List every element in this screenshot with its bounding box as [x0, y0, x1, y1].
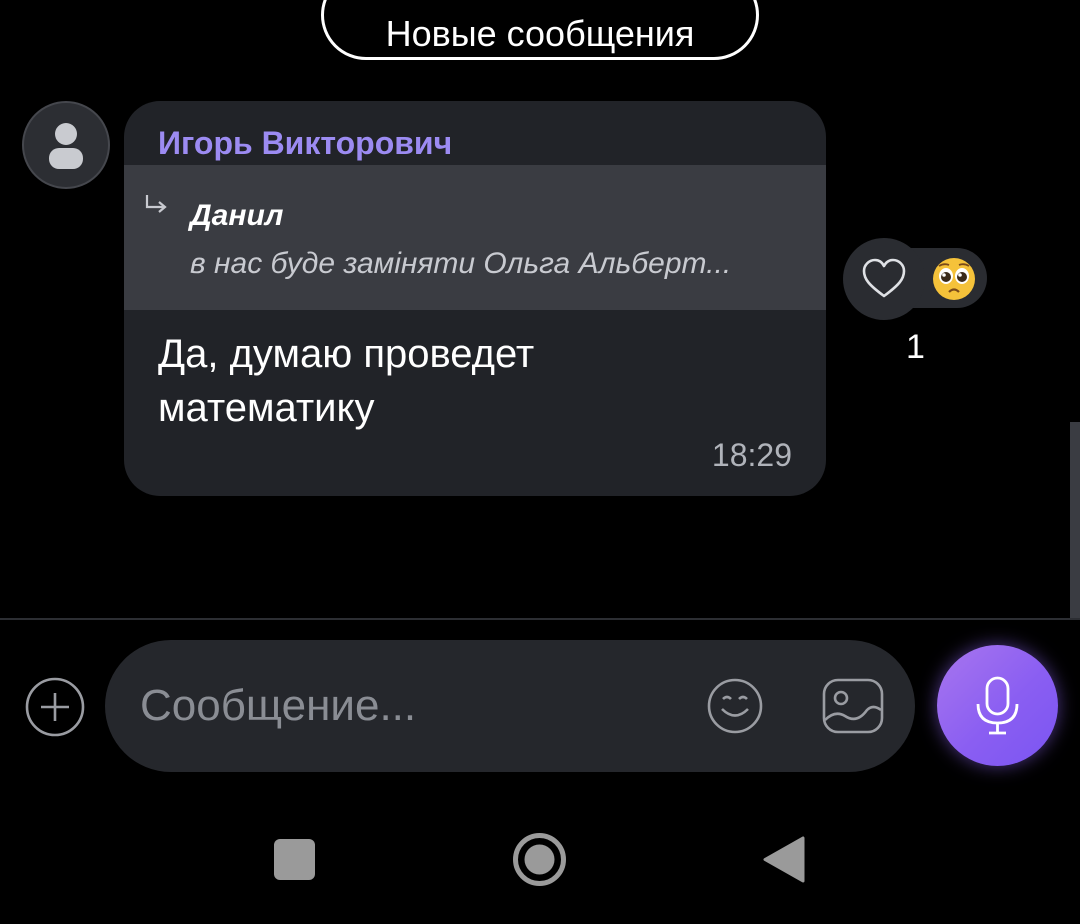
back-nav-button[interactable] — [763, 836, 805, 883]
new-messages-label: Новые сообщения — [385, 13, 695, 54]
message-text: Да, думаю проведет математику — [158, 332, 535, 430]
voice-message-button[interactable] — [937, 645, 1058, 766]
sender-name[interactable]: Игорь Викторович — [158, 125, 452, 162]
message-bubble[interactable]: Игорь Викторович Данил в нас буде заміня… — [124, 101, 826, 496]
pleading-face-emoji-icon[interactable] — [930, 256, 978, 302]
reply-arrow-icon — [145, 195, 167, 213]
smiley-icon[interactable] — [705, 676, 765, 736]
avatar[interactable] — [22, 101, 110, 189]
microphone-icon — [976, 676, 1019, 735]
home-nav-button[interactable] — [512, 832, 567, 887]
gallery-icon[interactable] — [821, 676, 885, 736]
scrollbar[interactable] — [1070, 422, 1080, 618]
reaction-count: 1 — [906, 328, 925, 366]
recents-nav-button[interactable] — [274, 839, 315, 880]
reply-quote[interactable]: Данил в нас буде заміняти Ольга Альберт.… — [124, 165, 826, 310]
reply-author: Данил — [190, 199, 284, 232]
message-time: 18:29 — [711, 437, 792, 473]
user-placeholder-icon — [49, 123, 83, 169]
reply-text: в нас буде заміняти Ольга Альберт... — [190, 247, 732, 280]
add-attachment-icon[interactable] — [24, 676, 86, 738]
like-button[interactable] — [843, 238, 925, 320]
divider — [0, 618, 1080, 620]
new-messages-button[interactable]: Новые сообщения — [321, 0, 759, 60]
heart-icon — [862, 258, 906, 298]
message-input-placeholder[interactable]: Сообщение... — [140, 640, 416, 772]
message-input[interactable]: Сообщение... — [105, 640, 915, 772]
